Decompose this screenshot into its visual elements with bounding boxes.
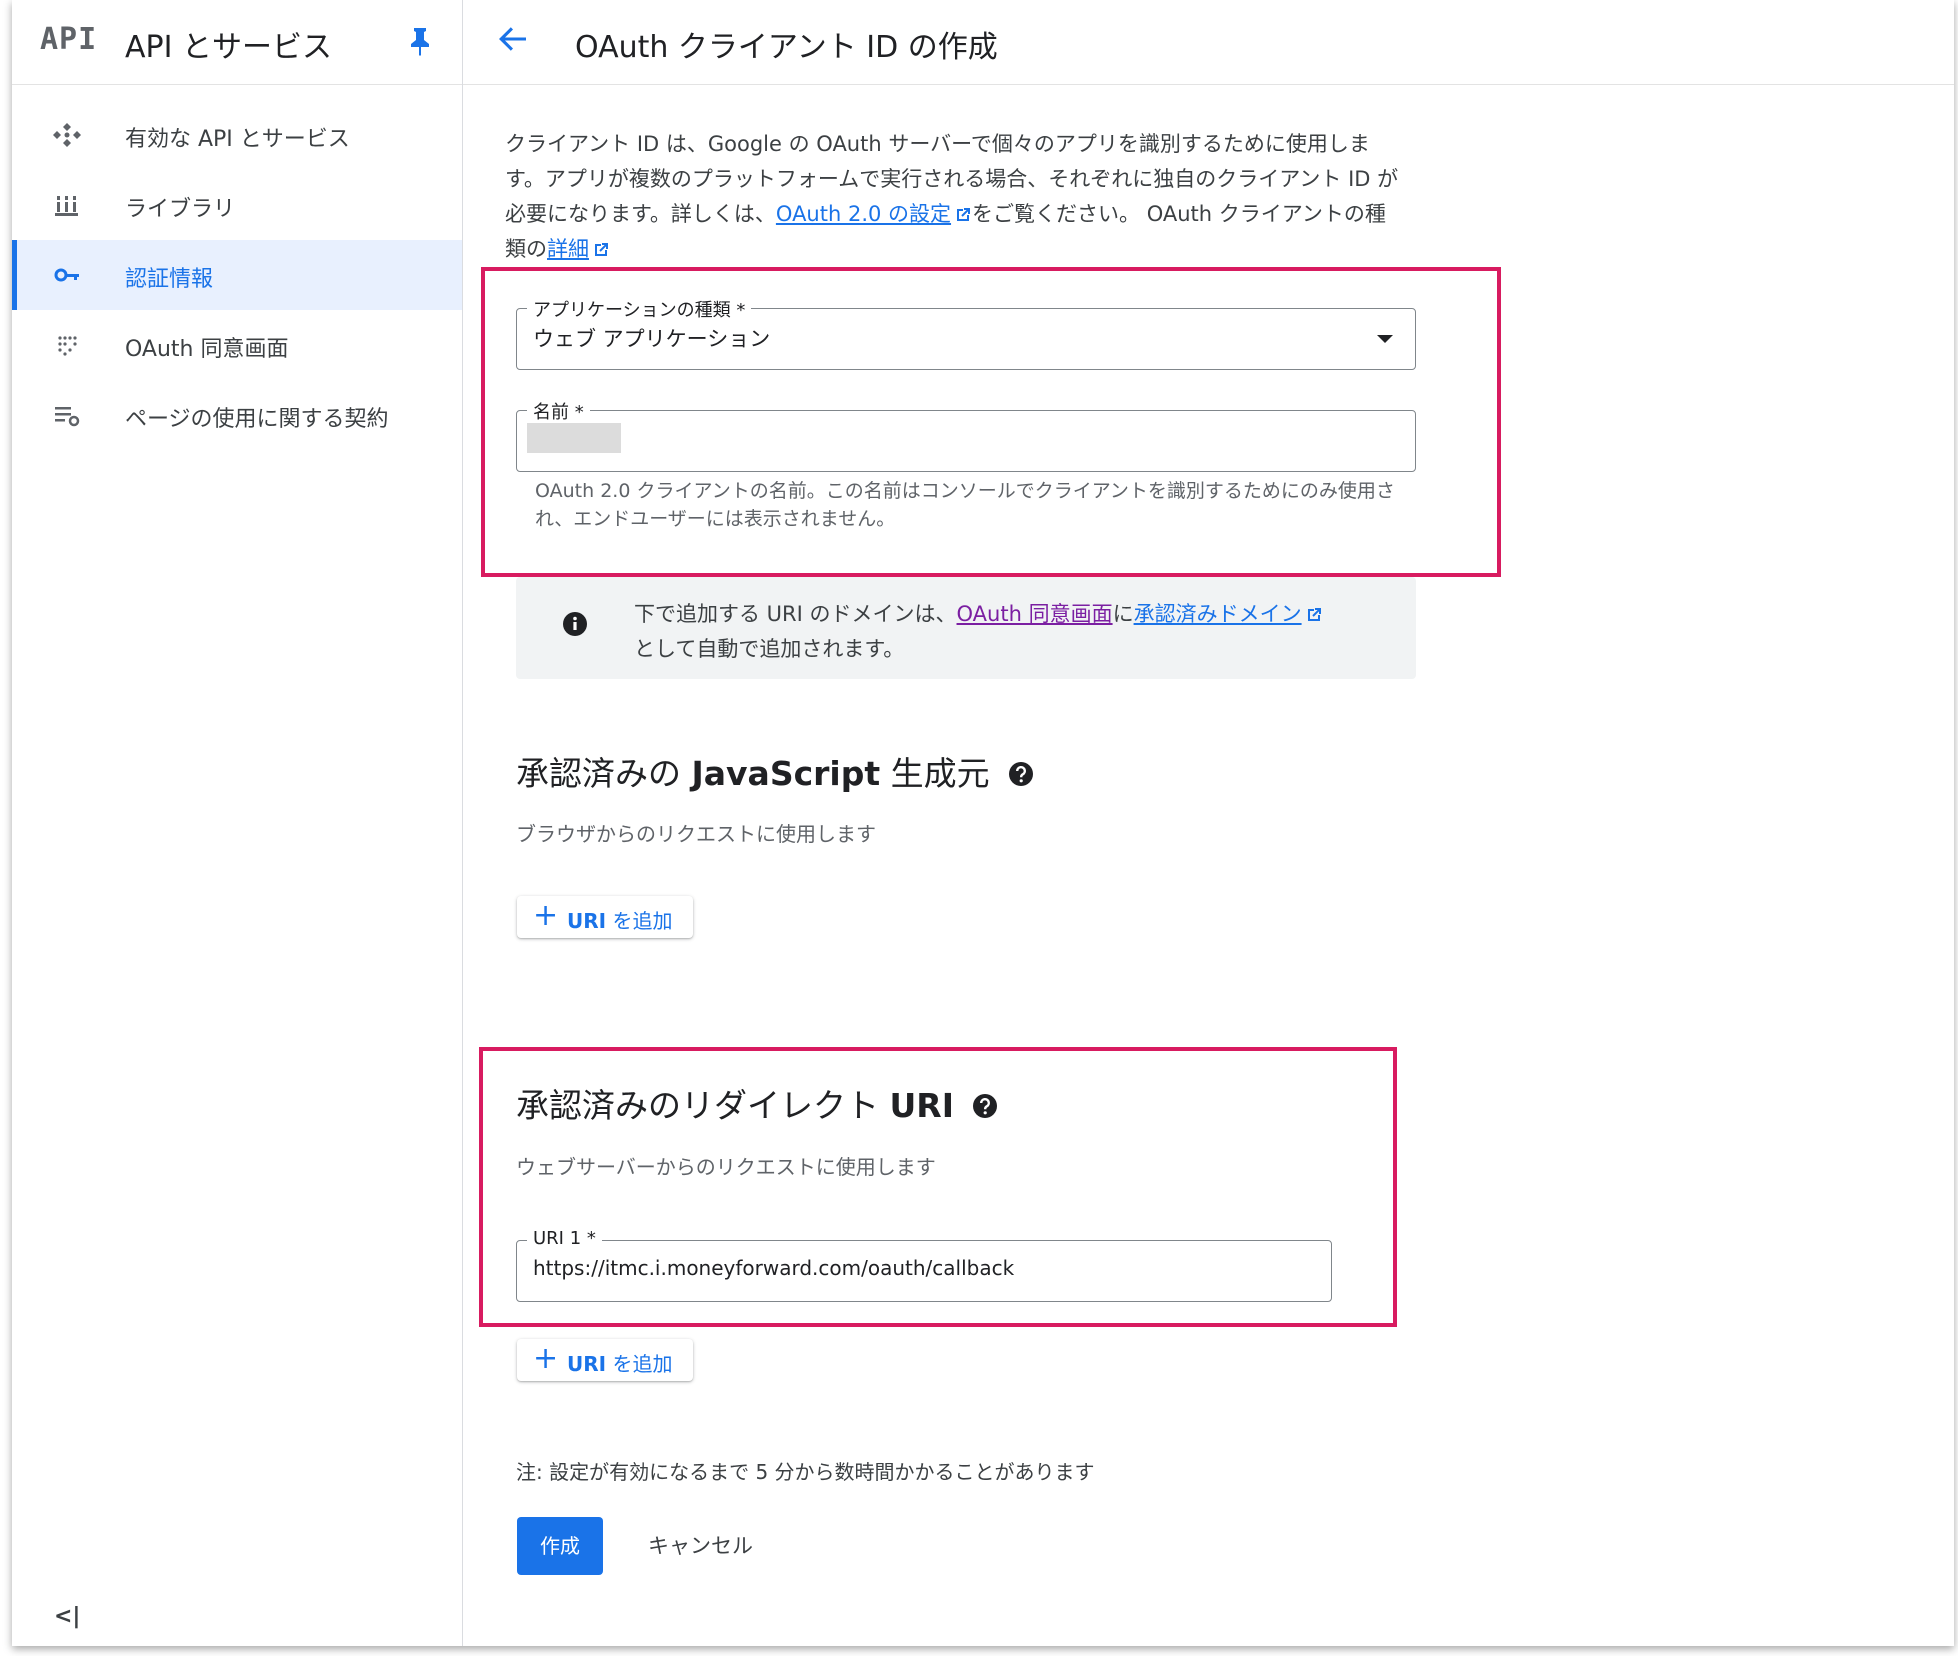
console-window: API API とサービス 有効な API とサービス ライブラリ 認証情報 O… bbox=[12, 0, 1954, 1646]
add-js-origin-uri-button[interactable]: + URI を追加 bbox=[517, 896, 693, 938]
application-type-value: ウェブ アプリケーション bbox=[533, 327, 771, 351]
oauth-settings-link[interactable]: OAuth 2.0 の設定 bbox=[776, 202, 951, 226]
oauth-consent-link[interactable]: OAuth 同意画面 bbox=[957, 602, 1113, 626]
info-text-part: として自動で追加されます。 bbox=[634, 637, 905, 661]
external-link-icon bbox=[592, 235, 610, 256]
title-part: 承認済みの bbox=[516, 754, 692, 793]
sidebar-item-label: ライブラリ bbox=[125, 197, 236, 222]
external-link-icon bbox=[1305, 600, 1323, 621]
create-button[interactable]: 作成 bbox=[517, 1517, 603, 1575]
api-hub-icon bbox=[52, 122, 82, 148]
consent-grid-icon bbox=[52, 332, 82, 358]
propagation-note: 注: 設定が有効になるまで 5 分から数時間かかることがあります bbox=[516, 1460, 1095, 1484]
info-text-part: 下で追加する URI のドメインは、 bbox=[634, 602, 957, 626]
client-type-details-link[interactable]: 詳細 bbox=[547, 237, 589, 261]
sidebar-item-label: ページの使用に関する契約 bbox=[125, 407, 389, 432]
external-link-icon bbox=[954, 200, 972, 221]
title-part: JavaScript bbox=[691, 754, 881, 793]
collapse-sidebar-icon[interactable]: <| bbox=[54, 1604, 80, 1629]
redirect-uri-1-label: URI 1 * bbox=[527, 1228, 602, 1249]
plus-icon: + bbox=[533, 898, 559, 933]
application-type-label: アプリケーションの種類 * bbox=[527, 296, 752, 322]
sidebar-item-enabled-apis[interactable]: 有効な API とサービス bbox=[12, 100, 462, 170]
info-banner: 下で追加する URI のドメインは、OAuth 同意画面に承認済みドメインとして… bbox=[516, 577, 1416, 679]
js-origins-title: 承認済みの JavaScript 生成元 bbox=[516, 747, 1034, 795]
redacted-name-value bbox=[527, 423, 621, 453]
key-icon bbox=[52, 262, 82, 288]
sidebar-item-oauth-consent[interactable]: OAuth 同意画面 bbox=[12, 310, 462, 380]
title-part: 生成元 bbox=[880, 754, 990, 793]
js-origins-subtitle: ブラウザからのリクエストに使用します bbox=[516, 822, 876, 846]
page-title: OAuth クライアント ID の作成 bbox=[575, 30, 998, 65]
add-button-label: URI を追加 bbox=[567, 1352, 673, 1376]
sidebar-item-page-usage-agreement[interactable]: ページの使用に関する契約 bbox=[12, 380, 462, 450]
sidebar-item-label: OAuth 同意画面 bbox=[125, 337, 289, 362]
authorized-domains-link[interactable]: 承認済みドメイン bbox=[1134, 602, 1302, 626]
name-input[interactable]: 名前 * bbox=[516, 398, 1416, 472]
redirect-uri-title: 承認済みのリダイレクト URI bbox=[516, 1079, 998, 1127]
api-logo: API bbox=[40, 22, 98, 57]
help-icon[interactable] bbox=[1008, 756, 1034, 786]
intro-text: クライアント ID は、Google の OAuth サーバーで個々のアプリを識… bbox=[505, 127, 1405, 267]
help-icon[interactable] bbox=[972, 1088, 998, 1118]
title-part: 承認済みのリダイレクト bbox=[516, 1086, 890, 1125]
info-icon bbox=[562, 611, 588, 641]
dropdown-caret-icon bbox=[1377, 335, 1393, 343]
sidebar-item-label: 有効な API とサービス bbox=[125, 127, 350, 152]
add-redirect-uri-button[interactable]: + URI を追加 bbox=[517, 1339, 693, 1381]
pin-icon[interactable] bbox=[408, 26, 432, 60]
add-button-label: URI を追加 bbox=[567, 909, 673, 933]
page-header: OAuth クライアント ID の作成 bbox=[463, 0, 1954, 85]
library-icon bbox=[52, 192, 82, 218]
sidebar-item-library[interactable]: ライブラリ bbox=[12, 170, 462, 240]
sidebar: API API とサービス 有効な API とサービス ライブラリ 認証情報 O… bbox=[12, 0, 463, 1646]
info-text-part: に bbox=[1112, 602, 1134, 626]
title-part: URI bbox=[889, 1086, 955, 1125]
redirect-uri-subtitle: ウェブサーバーからのリクエストに使用します bbox=[516, 1155, 936, 1179]
redirect-uri-1-value: https://itmc.i.moneyforward.com/oauth/ca… bbox=[533, 1256, 1015, 1280]
sidebar-item-credentials[interactable]: 認証情報 bbox=[12, 240, 462, 310]
sidebar-header: API API とサービス bbox=[12, 0, 462, 85]
application-type-select[interactable]: アプリケーションの種類 * ウェブ アプリケーション bbox=[516, 296, 1416, 370]
plus-icon: + bbox=[533, 1341, 559, 1376]
sidebar-title: API とサービス bbox=[125, 30, 332, 65]
info-text: 下で追加する URI のドメインは、OAuth 同意画面に承認済みドメインとして… bbox=[634, 597, 1394, 667]
settings-list-icon bbox=[52, 402, 82, 428]
back-arrow-icon[interactable] bbox=[496, 22, 530, 60]
name-hint: OAuth 2.0 クライアントの名前。この名前はコンソールでクライアントを識別… bbox=[535, 480, 1395, 530]
sidebar-item-label: 認証情報 bbox=[125, 267, 214, 292]
cancel-button[interactable]: キャンセル bbox=[648, 1517, 753, 1575]
redirect-uri-1-input[interactable]: URI 1 * https://itmc.i.moneyforward.com/… bbox=[516, 1228, 1332, 1302]
name-label: 名前 * bbox=[527, 398, 590, 424]
